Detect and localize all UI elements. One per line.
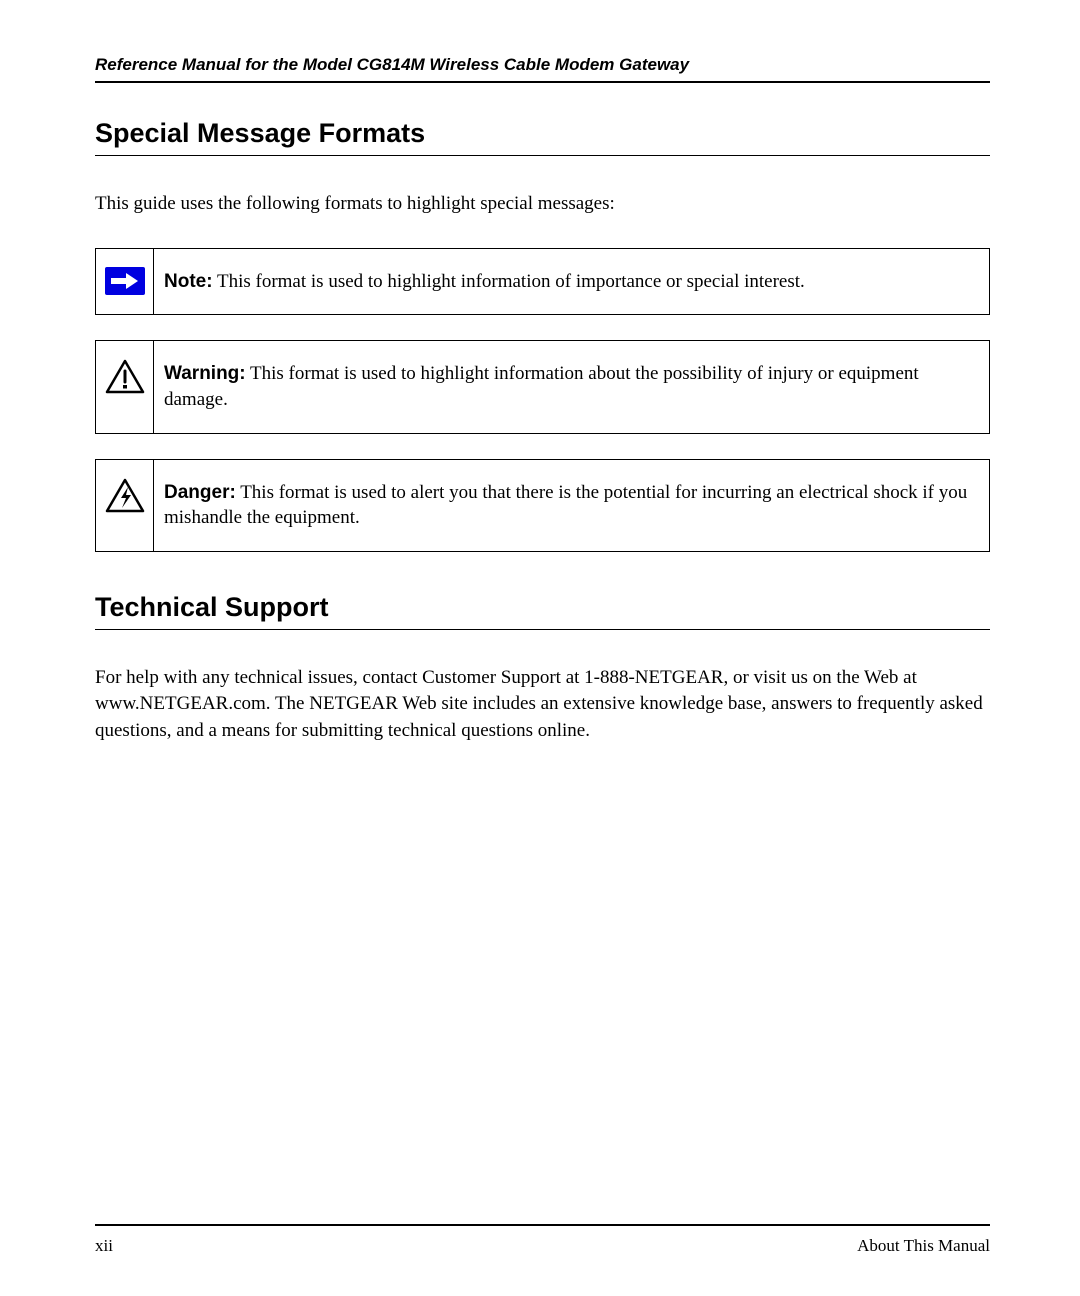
page-header-title: Reference Manual for the Model CG814M Wi…	[95, 55, 990, 83]
warning-triangle-icon	[105, 359, 145, 400]
danger-triangle-icon	[105, 478, 145, 519]
danger-callout: Danger: This format is used to alert you…	[95, 459, 990, 552]
warning-content: Warning: This format is used to highligh…	[154, 341, 989, 432]
warning-label: Warning:	[164, 363, 246, 384]
section-heading-technical-support: Technical Support	[95, 592, 990, 630]
intro-text: This guide uses the following formats to…	[95, 191, 990, 218]
danger-label: Danger:	[164, 482, 236, 503]
note-icon-cell	[96, 249, 154, 315]
page-number: xii	[95, 1236, 113, 1256]
section-heading-special-formats: Special Message Formats	[95, 118, 990, 156]
warning-callout: Warning: This format is used to highligh…	[95, 340, 990, 433]
footer-section-name: About This Manual	[857, 1236, 990, 1256]
arrow-right-icon	[105, 267, 145, 295]
note-text: This format is used to highlight informa…	[213, 271, 805, 292]
technical-support-body: For help with any technical issues, cont…	[95, 665, 990, 745]
warning-text: This format is used to highlight informa…	[164, 363, 919, 410]
note-label: Note:	[164, 271, 213, 292]
page-footer: xii About This Manual	[95, 1224, 990, 1256]
danger-content: Danger: This format is used to alert you…	[154, 460, 989, 551]
danger-text: This format is used to alert you that th…	[164, 482, 967, 529]
note-callout: Note: This format is used to highlight i…	[95, 248, 990, 316]
note-content: Note: This format is used to highlight i…	[154, 249, 820, 315]
danger-icon-cell	[96, 460, 154, 551]
warning-icon-cell	[96, 341, 154, 432]
